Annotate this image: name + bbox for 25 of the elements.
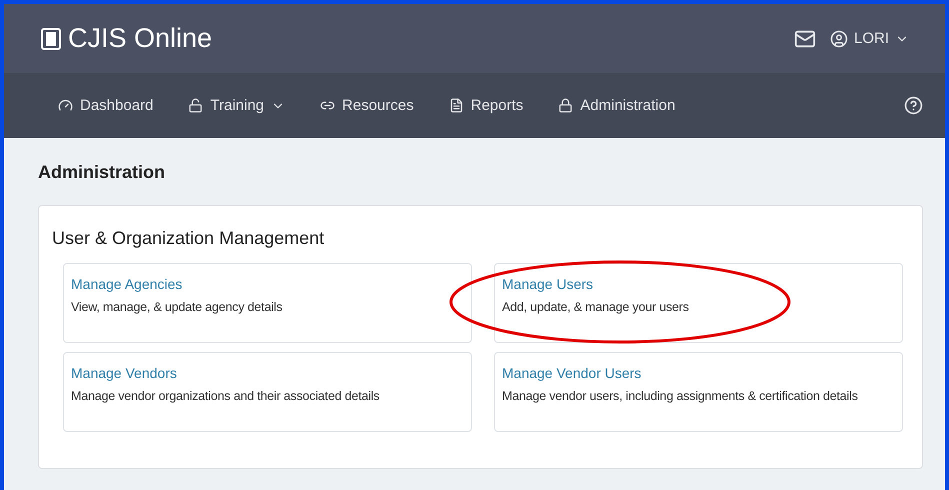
- padlock-icon: [558, 98, 574, 113]
- nav-item[interactable]: Resources: [320, 97, 431, 114]
- tile-link[interactable]: Manage Agencies: [71, 276, 182, 292]
- tile-description: Manage vendor users, including assignments & certification details: [502, 389, 859, 403]
- user-avatar-icon: [830, 30, 848, 48]
- document-icon: [448, 98, 464, 113]
- nav-item[interactable]: Administration: [558, 97, 692, 114]
- gauge-icon: [58, 98, 73, 113]
- help-icon[interactable]: [904, 96, 923, 115]
- unlocked-padlock-icon: [188, 98, 204, 113]
- nav-item[interactable]: Reports: [448, 97, 540, 114]
- tile-description: View, manage, & update agency details: [71, 300, 284, 314]
- page-title: Administration: [38, 162, 166, 183]
- nav-item[interactable]: Dashboard: [58, 97, 170, 114]
- nav-item[interactable]: Training: [188, 97, 302, 114]
- tile-link[interactable]: Manage Users: [502, 276, 594, 292]
- logo-icon: [40, 26, 62, 50]
- tile-description: Add, update, & manage your users: [502, 300, 690, 314]
- section-title: User & Organization Management: [52, 228, 326, 249]
- tile-link[interactable]: Manage Vendor Users: [502, 365, 642, 381]
- user-menu[interactable]: LORI: [830, 30, 909, 48]
- brand-logo[interactable]: CJIS Online: [40, 23, 212, 54]
- tile-description: Manage vendor organizations and their associated details: [71, 389, 380, 403]
- brand-name: CJIS Online: [68, 23, 212, 54]
- tile-link[interactable]: Manage Vendors: [71, 365, 177, 381]
